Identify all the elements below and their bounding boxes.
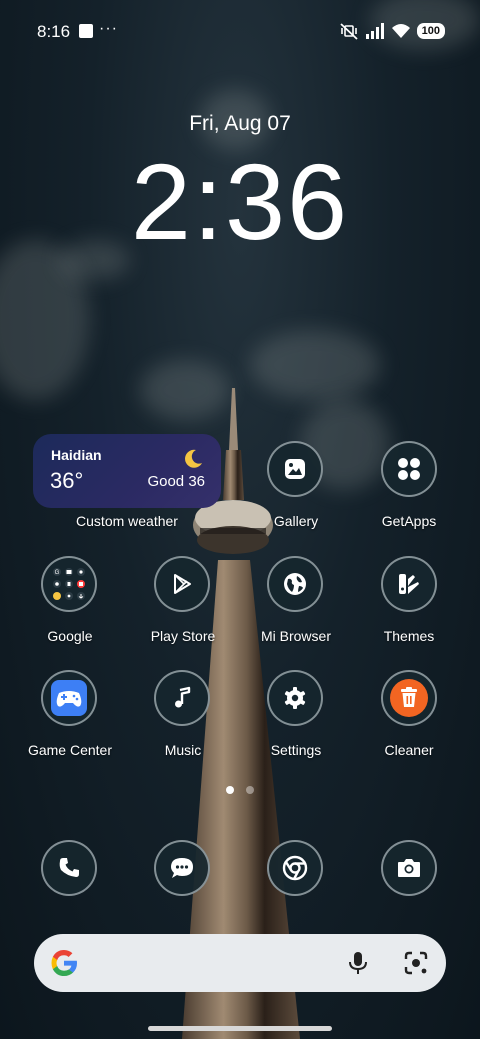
more-notifications-icon: ··· — [99, 20, 118, 37]
settings-label[interactable]: Settings — [236, 742, 356, 758]
globe-icon — [284, 573, 306, 595]
google-g-icon — [51, 950, 77, 976]
messages-icon — [171, 858, 193, 878]
date-label[interactable]: Fri, Aug 07 — [0, 112, 480, 136]
mi-browser-label[interactable]: Mi Browser — [236, 628, 356, 644]
gallery-label[interactable]: Gallery — [236, 513, 356, 529]
weather-widget-label: Custom weather — [76, 513, 178, 529]
status-bar: 8:16 ··· 100 — [0, 0, 480, 64]
lens-icon[interactable] — [403, 950, 429, 976]
chrome-icon — [282, 855, 308, 881]
page-indicator[interactable] — [246, 786, 254, 794]
google-label[interactable]: Google — [10, 628, 130, 644]
mute-vibrate-icon — [340, 23, 358, 40]
game-center-app[interactable] — [41, 670, 97, 726]
svg-text:G: G — [55, 570, 60, 576]
getapps-app[interactable] — [381, 441, 437, 497]
notification-square-icon — [79, 24, 93, 38]
weather-widget[interactable]: Haidian 36° Good 36 — [33, 434, 221, 508]
cleaner-app[interactable] — [381, 670, 437, 726]
music-app[interactable] — [154, 670, 210, 726]
cleaner-label[interactable]: Cleaner — [349, 742, 469, 758]
themes-icon — [399, 574, 419, 594]
google-search-bar[interactable] — [34, 934, 446, 992]
music-label[interactable]: Music — [123, 742, 243, 758]
dock-phone[interactable] — [41, 840, 97, 896]
moon-icon — [185, 449, 202, 468]
play-store-label[interactable]: Play Store — [123, 628, 243, 644]
trash-icon — [390, 679, 428, 717]
game-center-label[interactable]: Game Center — [10, 742, 130, 758]
mi-browser-app[interactable] — [267, 556, 323, 612]
page-indicator-active[interactable] — [226, 786, 234, 794]
gallery-icon — [285, 459, 305, 479]
themes-app[interactable] — [381, 556, 437, 612]
gallery-app[interactable] — [267, 441, 323, 497]
weather-condition: Good 36 — [147, 473, 205, 490]
status-time: 8:16 — [37, 22, 71, 41]
music-note-icon — [175, 686, 191, 708]
play-store-icon — [174, 574, 191, 594]
weather-city: Haidian — [51, 447, 102, 463]
settings-app[interactable] — [267, 670, 323, 726]
camera-icon — [398, 859, 420, 877]
google-folder[interactable]: G — [41, 556, 97, 612]
clock[interactable]: 2:36 — [0, 148, 480, 256]
themes-label[interactable]: Themes — [349, 628, 469, 644]
home-indicator[interactable] — [148, 1026, 332, 1031]
dock-messages[interactable] — [154, 840, 210, 896]
status-icons: 100 — [339, 22, 445, 40]
weather-temperature: 36° — [50, 468, 84, 493]
google-folder-icon: G — [53, 568, 85, 600]
home-screen: 8:16 ··· 100 Fri, Aug 07 2:36 Haidian 36… — [0, 0, 480, 1039]
dock-camera[interactable] — [381, 840, 437, 896]
battery-icon: 100 — [416, 23, 445, 39]
getapps-icon — [398, 458, 420, 480]
microphone-icon[interactable] — [346, 950, 370, 976]
getapps-label[interactable]: GetApps — [349, 513, 469, 529]
gamepad-icon — [51, 680, 87, 716]
dock-chrome[interactable] — [267, 840, 323, 896]
play-store-app[interactable] — [154, 556, 210, 612]
phone-icon — [59, 858, 79, 877]
gear-icon — [284, 687, 306, 709]
wifi-icon — [391, 24, 410, 38]
signal-icon — [365, 23, 384, 39]
